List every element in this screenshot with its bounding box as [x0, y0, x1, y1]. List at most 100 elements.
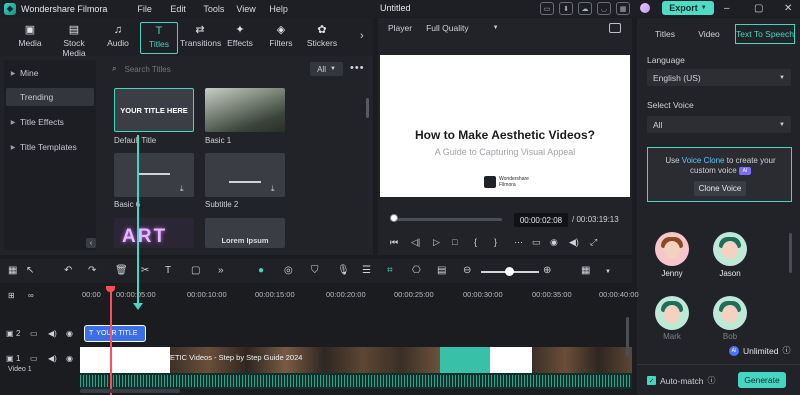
- info-icon[interactable]: ⓘ: [782, 345, 790, 356]
- voice-avatar-mark[interactable]: [655, 296, 689, 330]
- media-scrollbar[interactable]: [366, 98, 369, 118]
- nav-item-title-templates[interactable]: ▶ Title Templates: [6, 138, 94, 156]
- voice-avatar-bob[interactable]: [713, 296, 747, 330]
- layout-icon[interactable]: ▦: [8, 265, 17, 276]
- delete-icon[interactable]: 🗑: [115, 265, 128, 276]
- tab-effects[interactable]: ✦ Effects: [224, 22, 256, 54]
- zoom-out-icon[interactable]: ⊖: [463, 265, 471, 276]
- maximize-icon[interactable]: ▢: [754, 3, 763, 14]
- video-clip-frame[interactable]: [440, 347, 490, 373]
- snapshot-icon[interactable]: [609, 23, 621, 33]
- timeline-hscrollbar[interactable]: [80, 389, 180, 393]
- tab-media[interactable]: ▣ Media: [12, 22, 48, 54]
- title-card-basic-6[interactable]: ⤓: [114, 153, 194, 197]
- title-clip[interactable]: T YOUR TITLE: [84, 325, 146, 342]
- crop-icon[interactable]: ▢: [191, 265, 200, 276]
- nav-item-trending[interactable]: Trending: [6, 88, 94, 106]
- title-card-default[interactable]: YOUR TITLE HERE: [114, 88, 194, 132]
- redo-icon[interactable]: ↷: [88, 265, 96, 276]
- speaker-icon[interactable]: ◀): [48, 329, 57, 338]
- cut-icon[interactable]: ✂: [141, 265, 149, 276]
- video-clip-frame[interactable]: [490, 347, 532, 373]
- user-avatar[interactable]: [640, 3, 650, 13]
- monitor-icon[interactable]: ▭: [540, 2, 554, 15]
- headset-icon[interactable]: ◡: [597, 2, 611, 15]
- close-icon[interactable]: ✕: [784, 3, 792, 14]
- voice-avatar-jason[interactable]: [713, 232, 747, 266]
- ai-tool-icon[interactable]: ●: [258, 265, 264, 276]
- speaker-icon[interactable]: ◀): [48, 354, 57, 363]
- undo-icon[interactable]: ↶: [64, 265, 72, 276]
- record-icon[interactable]: ◎: [284, 265, 293, 276]
- voice-clone-link[interactable]: Voice Clone: [682, 156, 725, 165]
- tab-video-props[interactable]: Video: [693, 24, 725, 44]
- export-button[interactable]: Export ▼: [662, 1, 714, 15]
- voice-select[interactable]: All ▼: [647, 116, 791, 133]
- title-card-subtitle-2[interactable]: ⤓: [205, 153, 285, 197]
- tab-titles[interactable]: T Titles: [140, 22, 178, 54]
- nav-item-title-effects[interactable]: ▶ Title Effects: [6, 113, 94, 131]
- tab-stock-media[interactable]: ▤ Stock Media: [51, 22, 97, 58]
- marker-icon[interactable]: ⎔: [412, 265, 421, 276]
- video-clip-frame[interactable]: [532, 347, 632, 373]
- grid-icon[interactable]: ▦: [616, 2, 630, 15]
- voices-scrollbar[interactable]: [789, 233, 792, 273]
- search-input[interactable]: [124, 64, 275, 74]
- minimize-icon[interactable]: –: [724, 3, 730, 14]
- apps-icon[interactable]: ▦: [581, 265, 590, 276]
- stop-icon[interactable]: □: [452, 237, 457, 247]
- playhead[interactable]: [110, 289, 112, 395]
- menu-edit[interactable]: Edit: [170, 4, 203, 14]
- select-tool-icon[interactable]: ↖: [26, 265, 34, 276]
- download-icon[interactable]: ⬇: [559, 2, 573, 15]
- camera-icon[interactable]: ◉: [550, 237, 558, 248]
- chevron-down-icon[interactable]: ▼: [605, 269, 611, 275]
- progress-knob[interactable]: [390, 214, 398, 222]
- title-card-lorem[interactable]: Lorem Ipsum: [205, 218, 285, 248]
- menu-file[interactable]: File: [137, 4, 170, 14]
- audio-waveform-track[interactable]: [80, 373, 632, 389]
- video-clip-frame[interactable]: [80, 347, 170, 373]
- tab-titles-props[interactable]: Titles: [647, 24, 683, 44]
- display-icon[interactable]: ▭: [532, 237, 541, 248]
- mark-in-icon[interactable]: {: [474, 237, 477, 247]
- zoom-in-icon[interactable]: ⊕: [543, 265, 551, 276]
- quality-dropdown[interactable]: Full Quality: [426, 23, 469, 33]
- collapse-icon[interactable]: ‹: [86, 238, 96, 248]
- fullscreen-icon[interactable]: ⤢: [590, 237, 597, 248]
- more-icon[interactable]: •••: [350, 62, 365, 74]
- render-icon[interactable]: ⋯: [514, 237, 523, 248]
- language-select[interactable]: English (US) ▼: [647, 69, 791, 86]
- nav-item-mine[interactable]: ▶ Mine: [6, 64, 94, 82]
- step-back-icon[interactable]: ◁|: [411, 237, 420, 248]
- more-tools-icon[interactable]: »: [218, 265, 224, 276]
- eye-icon[interactable]: ◉: [66, 329, 73, 338]
- timeline-vscrollbar[interactable]: [626, 317, 629, 357]
- grid-icon[interactable]: ▤: [437, 265, 446, 276]
- chevron-right-icon[interactable]: ›: [360, 30, 364, 42]
- text-icon[interactable]: T: [165, 265, 171, 276]
- title-card-art[interactable]: ART: [114, 218, 194, 248]
- title-card-basic-1[interactable]: [205, 88, 285, 132]
- list-icon[interactable]: ☰: [362, 265, 371, 276]
- info-icon[interactable]: ⓘ: [707, 375, 715, 386]
- add-track-icon[interactable]: ⊞: [8, 291, 15, 300]
- clone-voice-button[interactable]: Clone Voice: [694, 181, 746, 196]
- folder-icon[interactable]: ▭: [30, 354, 38, 363]
- search-box[interactable]: ⌕: [108, 62, 308, 76]
- checkbox-checked-icon[interactable]: ✓: [647, 376, 656, 385]
- microphone-icon[interactable]: 🎙: [337, 265, 350, 276]
- filter-dropdown[interactable]: All ▼: [310, 62, 343, 76]
- volume-icon[interactable]: ◀): [569, 237, 579, 248]
- download-icon[interactable]: ⤓: [180, 184, 190, 194]
- zoom-knob[interactable]: [505, 267, 514, 276]
- voice-avatar-jenny[interactable]: [655, 232, 689, 266]
- menu-tools[interactable]: Tools: [203, 4, 236, 14]
- menu-help[interactable]: Help: [269, 4, 302, 14]
- auto-match-option[interactable]: ✓ Auto-match ⓘ: [647, 375, 715, 386]
- folder-icon[interactable]: ▭: [30, 329, 38, 338]
- eye-icon[interactable]: ◉: [66, 354, 73, 363]
- prev-frame-icon[interactable]: ⏮: [390, 237, 398, 248]
- snap-icon[interactable]: ⌗: [387, 265, 393, 276]
- tab-text-to-speech[interactable]: Text To Speech: [735, 24, 795, 44]
